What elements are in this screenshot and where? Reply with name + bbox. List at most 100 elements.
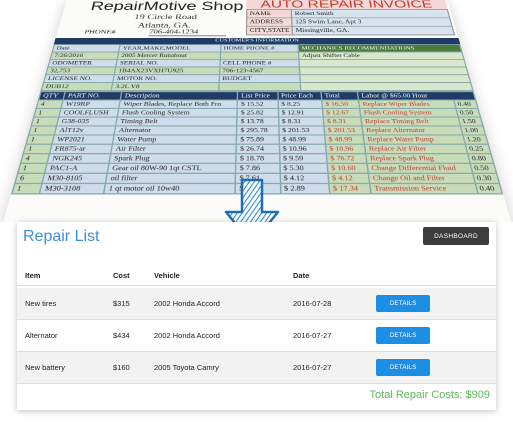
- parts-cell: $ 4.12: [327, 173, 370, 184]
- parts-cell: $ 13.78: [237, 117, 279, 126]
- details-button[interactable]: DETAILS: [376, 359, 430, 376]
- vehicle-info-table: Date YEAR,MAKE,MODEL HOME PHONE # MECHAN…: [40, 44, 473, 91]
- parts-cell: $ 10.96: [325, 144, 366, 154]
- vehicle-cell: 7/26/2016: [50, 51, 119, 60]
- parts-cell: $ 15.52: [237, 99, 279, 109]
- row-item: New battery: [25, 363, 66, 372]
- parts-cell: Spark Plug: [109, 153, 237, 164]
- parts-cell: 1: [11, 183, 43, 194]
- parts-cell: 1.50: [457, 117, 483, 126]
- vehicle-cell: DUB12: [41, 82, 113, 91]
- customer-key: CITY,STATE: [246, 26, 293, 35]
- vehicle-cell: 1B4AX23VXH7U925: [114, 66, 220, 75]
- row-date: 2016-07-27: [293, 363, 332, 372]
- parts-header: Labor @ $65.00 Hour: [357, 91, 476, 100]
- parts-cell: $ 10.96: [279, 144, 327, 154]
- parts-cell: Replace Spark Plug: [365, 153, 470, 164]
- parts-cell: M30-8105: [42, 173, 108, 184]
- parts-cell: $ 26.74: [236, 144, 280, 154]
- column-header-date: Date: [293, 271, 310, 280]
- shop-phone-label: PHONE#: [83, 29, 117, 36]
- customer-value: 125 Swim Lane, Apt 3: [291, 17, 453, 27]
- customer-value: Missingville, GA.: [292, 26, 455, 35]
- column-header-cost: Cost: [113, 271, 130, 280]
- column-header-item: Item: [25, 271, 41, 280]
- row-item: New tires: [25, 299, 57, 308]
- row-vehicle: 2002 Honda Accord: [154, 331, 220, 340]
- parts-cell: 0.30: [471, 173, 500, 184]
- parts-cell: 1: [17, 163, 48, 174]
- parts-cell: Air Filter: [111, 144, 237, 154]
- vehicle-header: HOME PHONE #: [220, 44, 299, 52]
- parts-cell: 0.50: [455, 108, 481, 118]
- parts-cell: $ 18.78: [236, 153, 280, 164]
- vehicle-header: LICENSE NO.: [43, 74, 115, 83]
- parts-cell: $ 8.31: [278, 117, 324, 126]
- vehicle-cell: [299, 74, 471, 83]
- parts-cell: 1: [23, 144, 53, 154]
- parts-cell: 0.80: [466, 153, 494, 164]
- vehicle-header: Date: [52, 44, 121, 52]
- vehicle-header: BUDGET: [218, 74, 301, 83]
- parts-cell: 1.20: [462, 134, 489, 145]
- parts-cell: Transmission Service: [369, 183, 478, 194]
- vehicle-header: ODOMETER: [47, 59, 118, 67]
- parts-row: 1 WP2021 Water Pump $ 75.89 $ 48.99 $ 48.99 Re…: [25, 134, 489, 145]
- shop-address-line1: 19 Circle Road: [133, 12, 198, 21]
- parts-cell: oil filter: [105, 173, 236, 184]
- parts-cell: Replace Water Pump: [363, 134, 465, 145]
- column-header-vehicle: Vehicle: [154, 271, 180, 280]
- parts-cell: Water Pump: [112, 134, 237, 145]
- parts-cell: 0.25: [464, 144, 491, 154]
- vehicle-header: MECHANICS RECOMMENDATIONS: [298, 44, 462, 52]
- shop-address: 19 Circle Road Atlanta, GA.: [132, 12, 198, 29]
- parts-cell: M30-3108: [39, 183, 106, 194]
- parts-cell: 1: [31, 117, 60, 126]
- parts-cell: 1.00: [459, 125, 486, 135]
- parts-cell: $ 8.31: [323, 117, 363, 126]
- customer-key: ADDRESS: [246, 17, 293, 27]
- parts-cell: 4: [20, 153, 50, 164]
- parts-cell: Replace Alternator: [362, 125, 463, 135]
- shop-name: RepairMotive Shop: [89, 0, 244, 14]
- parts-cell: $ 2.89: [280, 183, 330, 194]
- parts-cell: Flush Cooling System: [359, 108, 458, 118]
- parts-cell: Replace Timing Belt: [361, 117, 460, 126]
- total-repair-costs: Total Repair Costs: $909: [369, 389, 490, 401]
- parts-cell: $ 17.34: [328, 183, 372, 194]
- invoice-title: AUTO REPAIR INVOICE: [246, 0, 448, 10]
- row-date: 2016-07-28: [293, 299, 332, 308]
- parts-cell: $ 12.91: [278, 108, 324, 118]
- parts-cell: AlT12v: [54, 125, 117, 135]
- parts-row: 1 FR875-ar Air Filter $ 26.74 $ 10.96 $ 10.96…: [23, 144, 491, 154]
- parts-cell: Wiper Blades, Replace Both Fro: [119, 99, 238, 109]
- parts-cell: W19RP: [61, 99, 121, 109]
- parts-cell: $ 25.82: [237, 108, 279, 118]
- table-row: New battery $160 2005 Toyota Camry 2016-…: [17, 352, 496, 384]
- dashboard-button[interactable]: DASHBOARD: [423, 227, 489, 245]
- parts-cell: $ 9.59: [279, 153, 328, 164]
- parts-cell: 1: [25, 134, 55, 145]
- details-button[interactable]: DETAILS: [376, 327, 430, 344]
- parts-cell: 0.50: [469, 163, 497, 174]
- vehicle-cell: [300, 82, 473, 91]
- row-date: 2016-07-27: [293, 331, 332, 340]
- parts-cell: Gear oil 80W-90 1qt CSTL: [107, 163, 237, 174]
- row-item: Alternator: [25, 331, 58, 340]
- parts-cell: $ 5.30: [279, 163, 328, 174]
- parts-cell: $ 48.99: [278, 134, 326, 145]
- vehicle-cell: [299, 66, 469, 75]
- parts-row: 1 AlT12v Alternator $ 295.78 $ 201.53 $ 201.5…: [28, 125, 486, 135]
- row-vehicle: 2005 Toyota Camry: [154, 363, 219, 372]
- parts-header: Description: [120, 91, 238, 100]
- table-header: Item Cost Vehicle Date: [17, 264, 496, 286]
- parts-cell: $ 201.53: [278, 125, 325, 135]
- parts-row: 1 G38-035 Timing Belt $ 13.78 $ 8.31 $ 8.31 Re…: [31, 117, 483, 126]
- parts-cell: $ 12.67: [322, 108, 362, 118]
- parts-header: Price Each: [277, 91, 322, 100]
- parts-cell: Alternator: [114, 125, 238, 135]
- parts-cell: 0.40: [453, 99, 478, 109]
- details-button[interactable]: DETAILS: [376, 295, 430, 312]
- row-cost: $315: [113, 299, 130, 308]
- parts-cell: $ 201.53: [323, 125, 364, 135]
